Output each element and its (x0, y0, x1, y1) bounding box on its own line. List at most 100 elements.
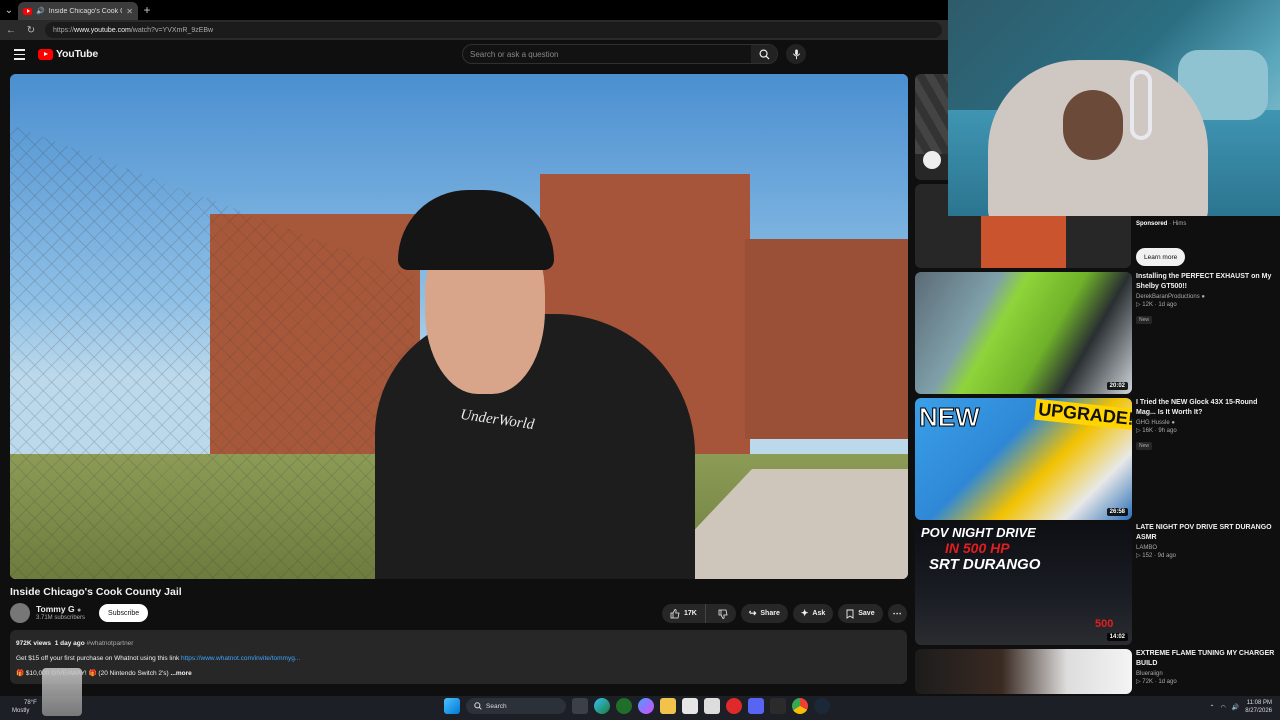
recommended-video[interactable]: EXTREME FLAME TUNING MY CHARGER BUILD Bl… (915, 649, 1280, 694)
description-promo-text: Get $15 off your first purchase on Whatn… (16, 655, 180, 662)
search-button[interactable] (751, 45, 777, 63)
thumbnail-text-new: NEW (919, 402, 981, 433)
video-thumbnail[interactable] (915, 649, 1132, 694)
audio-playing-icon[interactable]: 🔊 (36, 7, 45, 15)
clock[interactable]: 11:08 PM 8/27/2026 (1245, 699, 1272, 715)
search-input[interactable] (463, 45, 751, 63)
file-explorer-icon[interactable] (660, 698, 676, 714)
save-label: Save (858, 610, 875, 617)
recommended-video[interactable]: 20:02 Installing the PERFECT EXHAUST on … (915, 272, 1280, 394)
search-box (462, 44, 778, 64)
clock-date: 8/27/2026 (1245, 708, 1272, 714)
more-actions-button[interactable]: ⋯ (887, 604, 907, 623)
description-box[interactable]: 972K views 1 day ago #whatnotpartner Get… (10, 630, 907, 684)
weather-widget[interactable]: 78°F Mostly (12, 699, 37, 715)
youtube-music-icon[interactable] (726, 698, 742, 714)
description-promo-link[interactable]: https://www.whatnot.com/invite/tommyg... (181, 655, 300, 662)
play-count-icon: ▷ (1136, 679, 1141, 685)
dislike-button[interactable] (710, 609, 736, 619)
address-toolbar: ← ↻ https://www.youtube.com/watch?v=YVXm… (0, 20, 948, 40)
thumbnail-text-durango: SRT DURANGO (929, 556, 1041, 573)
advertiser-avatar (923, 151, 941, 169)
video-title[interactable]: I Tried the NEW Glock 43X 15-Round Mag..… (1136, 398, 1276, 418)
close-tab-icon[interactable]: ✕ (126, 7, 133, 16)
windows-start-icon[interactable] (444, 698, 460, 714)
video-thumbnail[interactable]: NEW UPGRADE! 26:58 (915, 398, 1132, 520)
voice-search-button[interactable] (786, 44, 806, 64)
ad-meta: Sponsored · Hims (1136, 221, 1187, 227)
show-more-link[interactable]: ...more (170, 670, 191, 677)
taskbar-search[interactable]: Search (466, 698, 566, 714)
video-duration: 26:58 (1106, 508, 1128, 516)
calendar-icon[interactable] (682, 698, 698, 714)
like-count: 17K (684, 610, 697, 617)
video-title[interactable]: LATE NIGHT POV DRIVE SRT DURANGO ASMR (1136, 523, 1276, 543)
recommended-video[interactable]: POV NIGHT DRIVE IN 500 HP SRT DURANGO 50… (915, 523, 1280, 645)
recommended-video[interactable]: NEW UPGRADE! 26:58 I Tried the NEW Glock… (915, 398, 1280, 520)
upload-age: 1d ago (1158, 679, 1177, 685)
discord-icon[interactable] (748, 698, 764, 714)
video-player[interactable]: UnderWorld (10, 74, 908, 579)
channel-name[interactable]: Blueraiign (1136, 671, 1276, 677)
terminal-icon[interactable] (770, 698, 786, 714)
channel-avatar[interactable] (10, 603, 30, 623)
video-title[interactable]: EXTREME FLAME TUNING MY CHARGER BUILD (1136, 649, 1276, 669)
wifi-icon[interactable]: ◠ (1221, 704, 1226, 711)
play-count-icon: ▷ (1136, 302, 1141, 308)
subscriber-count: 3.71M subscribers (36, 614, 86, 621)
video-duration: 14:02 (1106, 633, 1128, 641)
task-view-icon[interactable] (572, 698, 588, 714)
edge-browser-icon[interactable] (594, 698, 610, 714)
tray-overflow-chevron-icon[interactable]: ⌃ (1210, 704, 1215, 711)
video-thumbnail[interactable]: 20:02 (915, 272, 1132, 394)
subscribe-button[interactable]: Subscribe (99, 604, 149, 622)
ad-thumbnail (981, 214, 1066, 268)
menu-hamburger-icon[interactable] (14, 49, 25, 63)
youtube-logo[interactable]: YouTube (38, 48, 98, 60)
tab-list-chevron-icon[interactable]: ⌄ (0, 0, 18, 20)
copilot-icon[interactable] (638, 698, 654, 714)
recycle-bin-icon[interactable] (42, 668, 82, 716)
channel-name[interactable]: GHG Hussle (1136, 420, 1170, 426)
hashtag-link[interactable]: #whatnotpartner (86, 640, 133, 647)
taskbar-apps: Search (444, 698, 830, 714)
volume-icon[interactable]: 🔊 (1232, 704, 1239, 711)
upload-age: 9h ago (1158, 428, 1177, 434)
xbox-icon[interactable] (616, 698, 632, 714)
reload-icon[interactable]: ↻ (25, 25, 37, 36)
chrome-icon[interactable] (792, 698, 808, 714)
system-tray: ⌃ ◠ 🔊 11:08 PM 8/27/2026 (1210, 699, 1272, 715)
webcam-headphones (1130, 70, 1152, 140)
upload-age: 1d ago (1158, 302, 1177, 308)
ad-sponsored-label: Sponsored (1136, 221, 1168, 227)
browser-tab[interactable]: 🔊 Inside Chicago's Cook County J… ✕ (18, 2, 138, 20)
channel-name[interactable]: LAMBO (1136, 545, 1276, 551)
video-title[interactable]: Installing the PERFECT EXHAUST on My She… (1136, 272, 1276, 292)
description-giveaway-text: 🎁 $10,000 GIVEAWAY! 🎁 (20 Nintendo Switc… (16, 670, 169, 677)
new-tab-plus-icon[interactable]: + (138, 3, 156, 17)
ad-thumbnail-pattern (915, 74, 949, 154)
thumbnail-text-hp: IN 500 HP (945, 540, 1010, 556)
url-field[interactable]: https://www.youtube.com/watch?v=YVXmR_9z… (45, 22, 942, 38)
thumbnail-text-upgrade: UPGRADE! (1034, 398, 1132, 431)
video-thumbnail[interactable]: POV NIGHT DRIVE IN 500 HP SRT DURANGO 50… (915, 523, 1132, 645)
ask-button[interactable]: ✦ Ask (792, 604, 834, 623)
learn-more-button[interactable]: Learn more (1136, 248, 1186, 266)
share-button[interactable]: ↪ Share (740, 604, 788, 623)
back-arrow-icon[interactable]: ← (5, 25, 17, 36)
thumbs-down-icon (718, 609, 728, 619)
view-count: 12K (1142, 302, 1153, 308)
webcam-person-face (1063, 90, 1123, 160)
view-count: 972K views (16, 640, 52, 647)
view-count: 152 (1142, 553, 1153, 559)
verified-check-icon: ● (1171, 420, 1175, 426)
url-path: /watch?v=YVXmR_9zEBw (130, 26, 214, 34)
save-button[interactable]: Save (838, 604, 883, 623)
bookmark-icon (846, 609, 854, 619)
channel-name[interactable]: DerekBaranProductions (1136, 294, 1200, 300)
like-button[interactable]: 17K (662, 604, 706, 623)
channel-name[interactable]: Tommy G (36, 604, 75, 614)
amazon-icon[interactable] (704, 698, 720, 714)
verified-check-icon: ● (76, 606, 82, 614)
steam-icon[interactable] (814, 698, 830, 714)
